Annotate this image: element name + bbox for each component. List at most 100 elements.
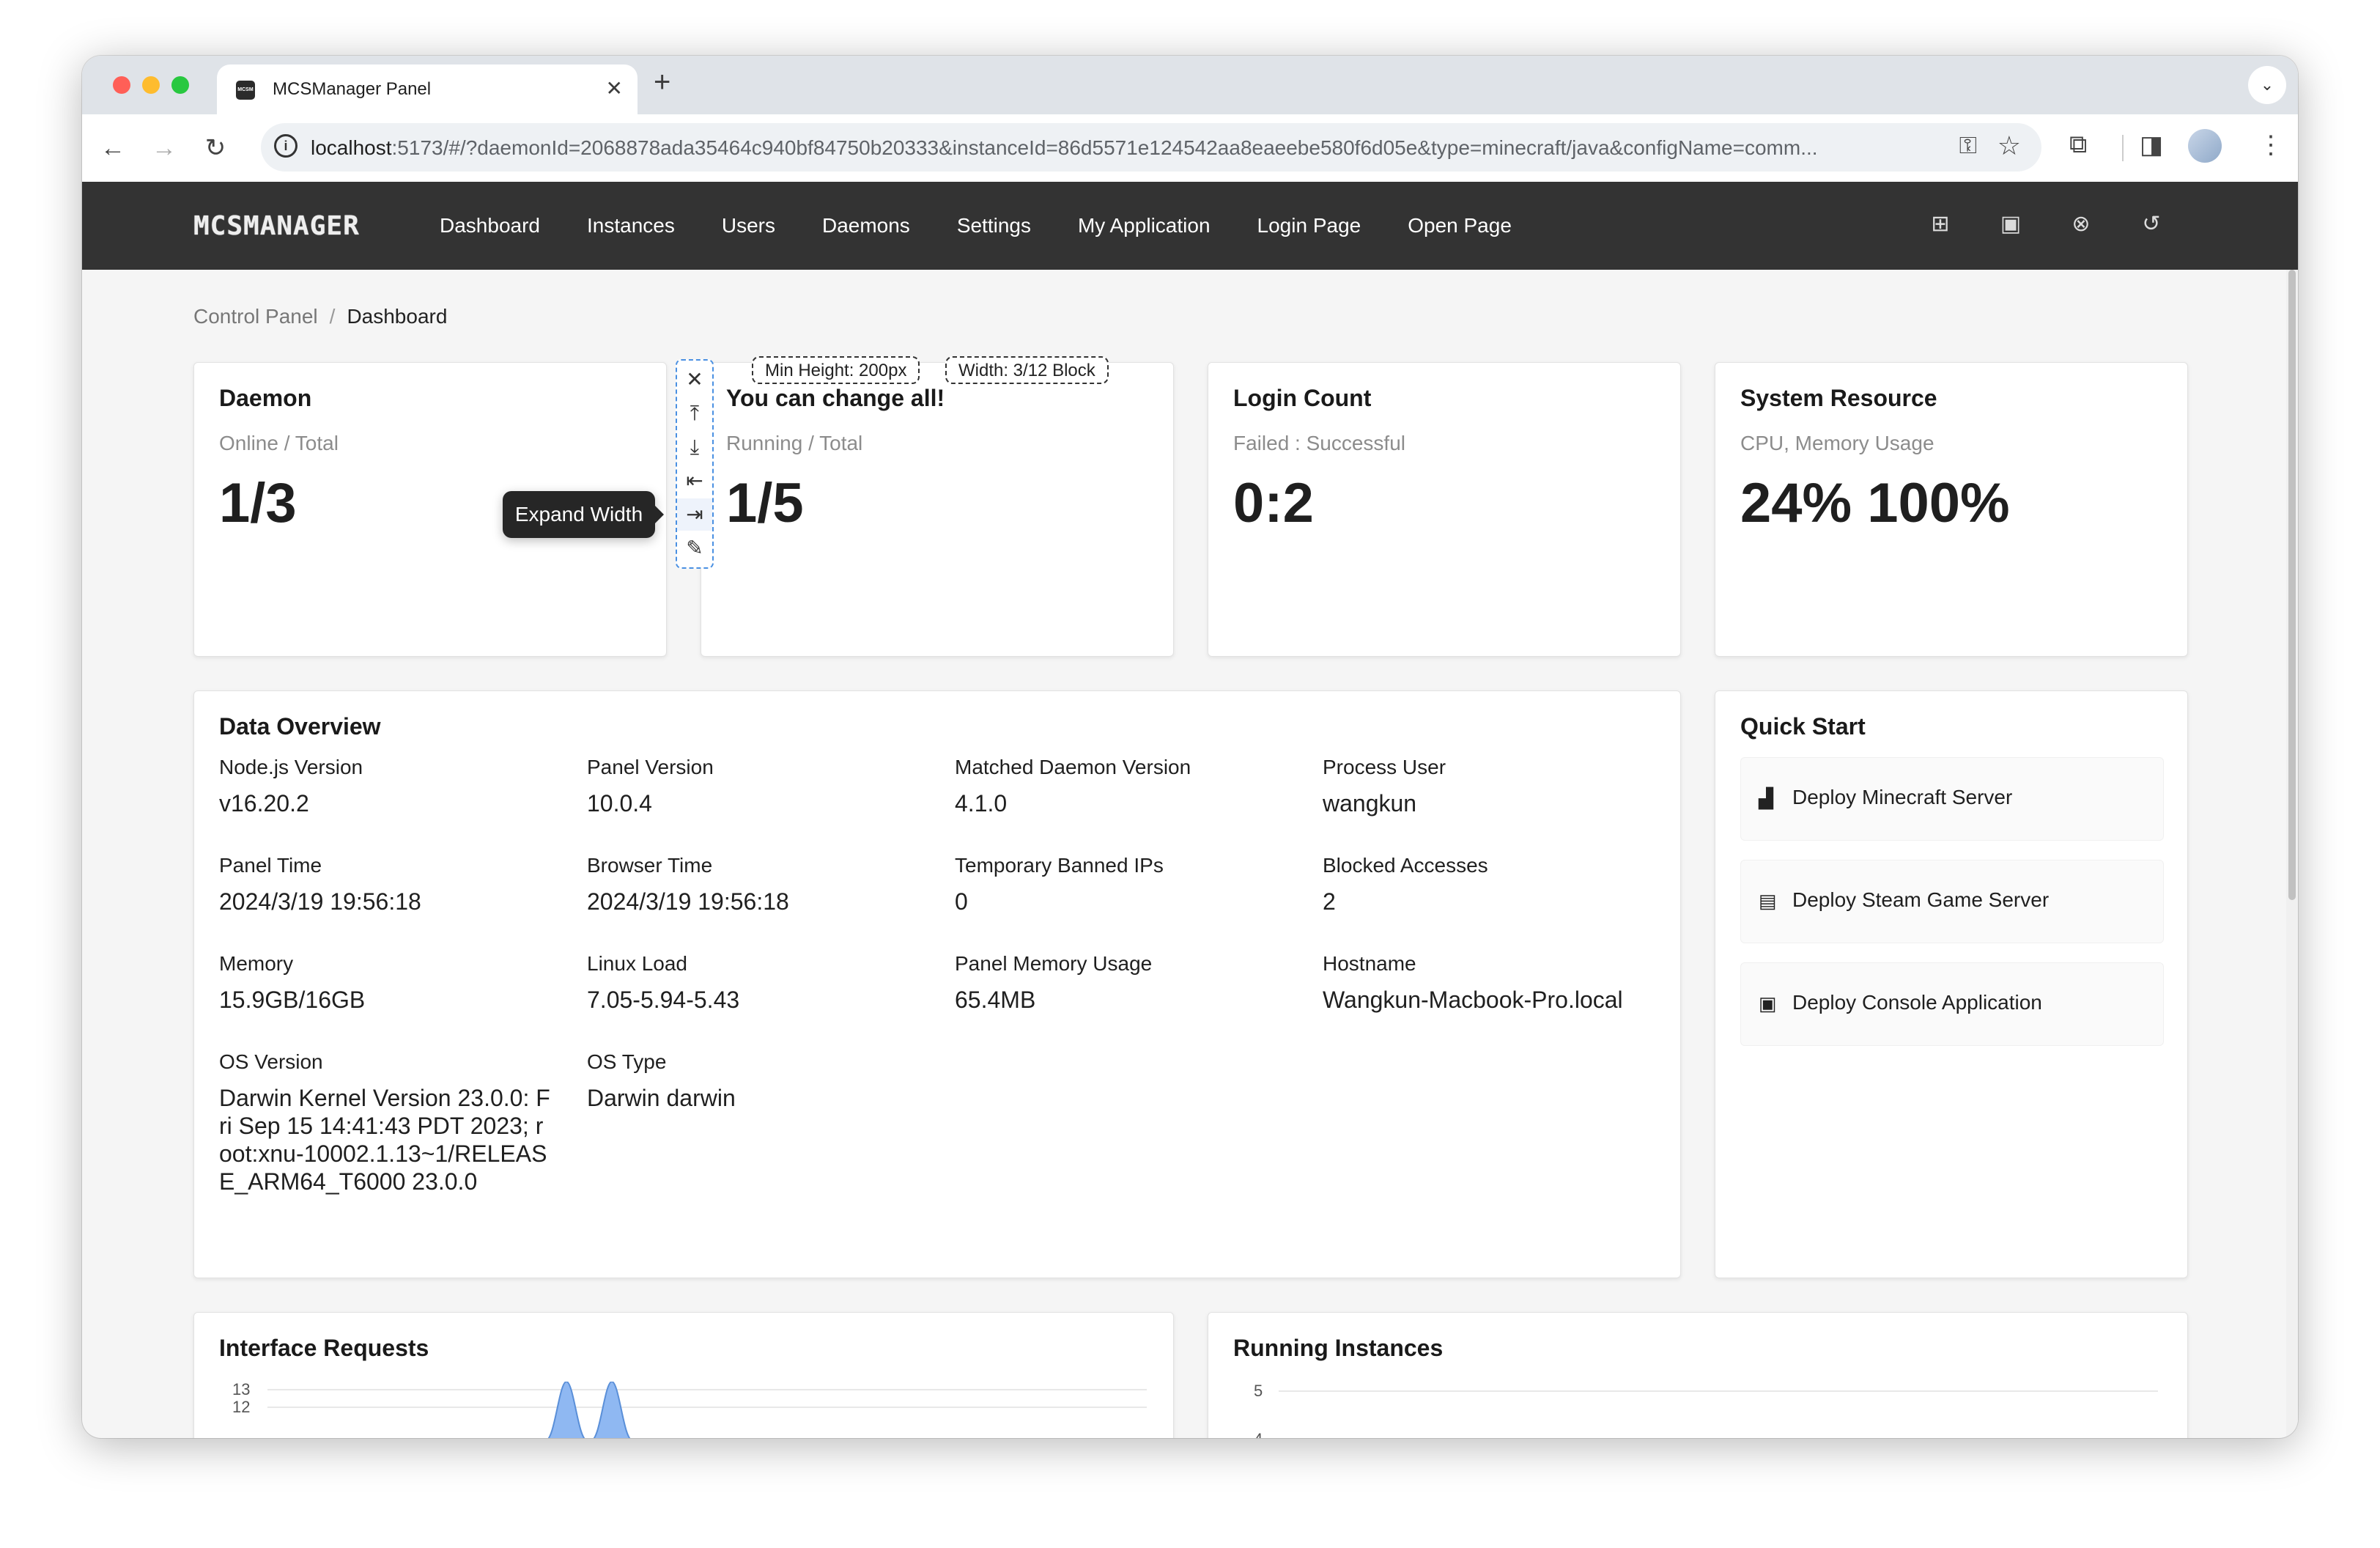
tab-close-icon[interactable]: ✕ <box>606 76 623 100</box>
overview-value: Darwin Kernel Version 23.0.0: Fri Sep 15… <box>219 1085 550 1195</box>
quick-start-card: Quick Start ▟ Deploy Minecraft Server ▤ … <box>1715 690 2188 1278</box>
breadcrumb-separator: / <box>329 305 336 328</box>
overview-label: Browser Time <box>587 854 713 877</box>
url-path: :5173/#/?daemonId=2068878ada35464c940bf8… <box>391 136 1818 159</box>
shrink-width-icon[interactable]: ⇤ <box>677 465 712 497</box>
side-panel-icon[interactable]: ◨ <box>2140 130 2163 160</box>
site-info-icon[interactable]: i <box>274 134 298 158</box>
card-title: Data Overview <box>219 713 381 740</box>
browser-toolbar: ← → ↻ i localhost:5173/#/?daemonId=20688… <box>82 114 2298 182</box>
overview-value: v16.20.2 <box>219 790 309 817</box>
overview-label: Process User <box>1323 756 1446 778</box>
menu-item-instances[interactable]: Instances <box>587 182 675 270</box>
tab-strip: MCSM MCSManager Panel ✕ + ⌄ <box>82 56 2298 114</box>
overview-value: 4.1.0 <box>955 790 1008 817</box>
reload-icon[interactable]: ↻ <box>196 129 234 167</box>
cancel-edit-icon[interactable]: ⊗ <box>2068 211 2094 237</box>
quick-start-label: Deploy Minecraft Server <box>1792 786 2013 808</box>
menu-item-login-page[interactable]: Login Page <box>1257 182 1361 270</box>
profile-avatar[interactable] <box>2188 129 2222 163</box>
password-key-icon[interactable]: ⚿ <box>1959 132 1977 160</box>
bookmark-star-icon[interactable]: ☆ <box>1998 130 2021 161</box>
new-tab-icon[interactable]: + <box>654 66 670 99</box>
request-spike <box>547 1382 585 1438</box>
card-subtitle: Failed : Successful <box>1233 432 1405 454</box>
login-count-card: Login Count Failed : Successful 0:2 <box>1208 362 1681 657</box>
reset-layout-icon[interactable]: ↺ <box>2138 211 2165 237</box>
card-value: 24% 100% <box>1740 472 2010 534</box>
data-overview-card: Data Overview Node.js Version v16.20.2 P… <box>193 690 1681 1278</box>
overview-label: Panel Time <box>219 854 322 877</box>
overview-label: Panel Version <box>587 756 714 778</box>
page-scrollbar[interactable] <box>2286 270 2298 1438</box>
card-value: 1/5 <box>726 472 804 534</box>
menu-item-dashboard[interactable]: Dashboard <box>440 182 540 270</box>
delete-card-close-icon[interactable]: ✕ <box>677 364 712 396</box>
overview-value: 10.0.4 <box>587 790 652 817</box>
menu-item-users[interactable]: Users <box>722 182 775 270</box>
maximize-window-button[interactable] <box>171 76 189 94</box>
y-tick-label: 13 <box>232 1380 251 1398</box>
card-title: Running Instances <box>1233 1335 1444 1361</box>
overview-label: Temporary Banned IPs <box>955 854 1164 877</box>
server-icon: ▤ <box>1759 890 1777 912</box>
browser-menu-icon[interactable]: ⋮ <box>2258 130 2283 160</box>
extensions-puzzle-icon[interactable]: ⧉ <box>2069 130 2087 159</box>
card-title: You can change all! <box>726 385 945 411</box>
move-up-icon[interactable]: ⤒ <box>677 397 712 430</box>
url-host: localhost <box>311 136 392 159</box>
app-header: MCSMANAGER Dashboard Instances Users Dae… <box>82 182 2298 270</box>
browser-tab[interactable]: MCSM MCSManager Panel ✕ <box>217 64 638 114</box>
interface-requests-card: Interface Requests 13 12 <box>193 1312 1174 1438</box>
overview-value: Darwin darwin <box>587 1085 736 1111</box>
overview-value: wangkun <box>1323 790 1417 817</box>
instances-card: You can change all! Running / Total 1/5 <box>701 362 1174 657</box>
deploy-console-button[interactable]: ▣ Deploy Console Application <box>1740 962 2164 1046</box>
forward-arrow-icon[interactable]: → <box>145 129 183 167</box>
move-down-icon[interactable]: ⤓ <box>677 431 712 463</box>
overview-label: OS Version <box>219 1050 323 1073</box>
expand-width-icon[interactable]: ⇥ <box>677 498 712 531</box>
breadcrumb-root[interactable]: Control Panel <box>193 305 318 328</box>
breadcrumb: Control Panel / Dashboard <box>193 305 447 328</box>
back-arrow-icon[interactable]: ← <box>94 129 132 167</box>
overview-label: Blocked Accesses <box>1323 854 1488 877</box>
address-url[interactable]: localhost:5173/#/?daemonId=2068878ada354… <box>311 136 1923 160</box>
menu-item-open-page[interactable]: Open Page <box>1408 182 1512 270</box>
card-title: Login Count <box>1233 385 1372 411</box>
overview-value: 2024/3/19 19:56:18 <box>219 888 421 915</box>
save-layout-icon[interactable]: ▣ <box>1998 211 2024 237</box>
card-title: Interface Requests <box>219 1335 429 1361</box>
overview-value: 2024/3/19 19:56:18 <box>587 888 789 915</box>
deploy-steam-button[interactable]: ▤ Deploy Steam Game Server <box>1740 860 2164 943</box>
quick-start-label: Deploy Steam Game Server <box>1792 888 2050 911</box>
card-subtitle: CPU, Memory Usage <box>1740 432 1934 454</box>
overview-label: Matched Daemon Version <box>955 756 1191 778</box>
menu-item-my-application[interactable]: My Application <box>1078 182 1211 270</box>
card-subtitle: Running / Total <box>726 432 863 454</box>
y-tick-label: 12 <box>232 1398 251 1416</box>
minimize-window-button[interactable] <box>142 76 160 94</box>
deploy-minecraft-button[interactable]: ▟ Deploy Minecraft Server <box>1740 757 2164 841</box>
overview-value: 0 <box>955 888 968 915</box>
scrollbar-thumb[interactable] <box>2288 270 2296 900</box>
card-edit-toolbar: ✕ ⤒ ⤓ ⇤ ⇥ ✎ <box>676 359 714 569</box>
menu-item-settings[interactable]: Settings <box>957 182 1031 270</box>
overview-label: Hostname <box>1323 952 1416 975</box>
expand-width-tooltip: Expand Width <box>503 491 664 538</box>
menu-item-daemons[interactable]: Daemons <box>822 182 910 270</box>
overview-value: 7.05-5.94-5.43 <box>587 987 740 1013</box>
running-instances-card: Running Instances 5 4 <box>1208 1312 2188 1438</box>
overview-label: Panel Memory Usage <box>955 952 1153 975</box>
app-logo[interactable]: MCSMANAGER <box>193 211 360 241</box>
tab-title: MCSManager Panel <box>273 79 432 99</box>
y-tick-label: 4 <box>1254 1430 1263 1438</box>
add-card-icon[interactable]: ⊞ <box>1927 211 1954 237</box>
width-tag: Width: 3/12 Block <box>945 356 1109 384</box>
browser-window: MCSM MCSManager Panel ✕ + ⌄ ← → ↻ i loca… <box>82 56 2298 1438</box>
overview-value: 2 <box>1323 888 1336 915</box>
edit-pencil-icon[interactable]: ✎ <box>677 532 712 564</box>
address-bar[interactable]: i localhost:5173/#/?daemonId=2068878ada3… <box>261 123 2041 172</box>
close-window-button[interactable] <box>113 76 130 94</box>
tab-search-chevron-icon[interactable]: ⌄ <box>2248 66 2286 104</box>
